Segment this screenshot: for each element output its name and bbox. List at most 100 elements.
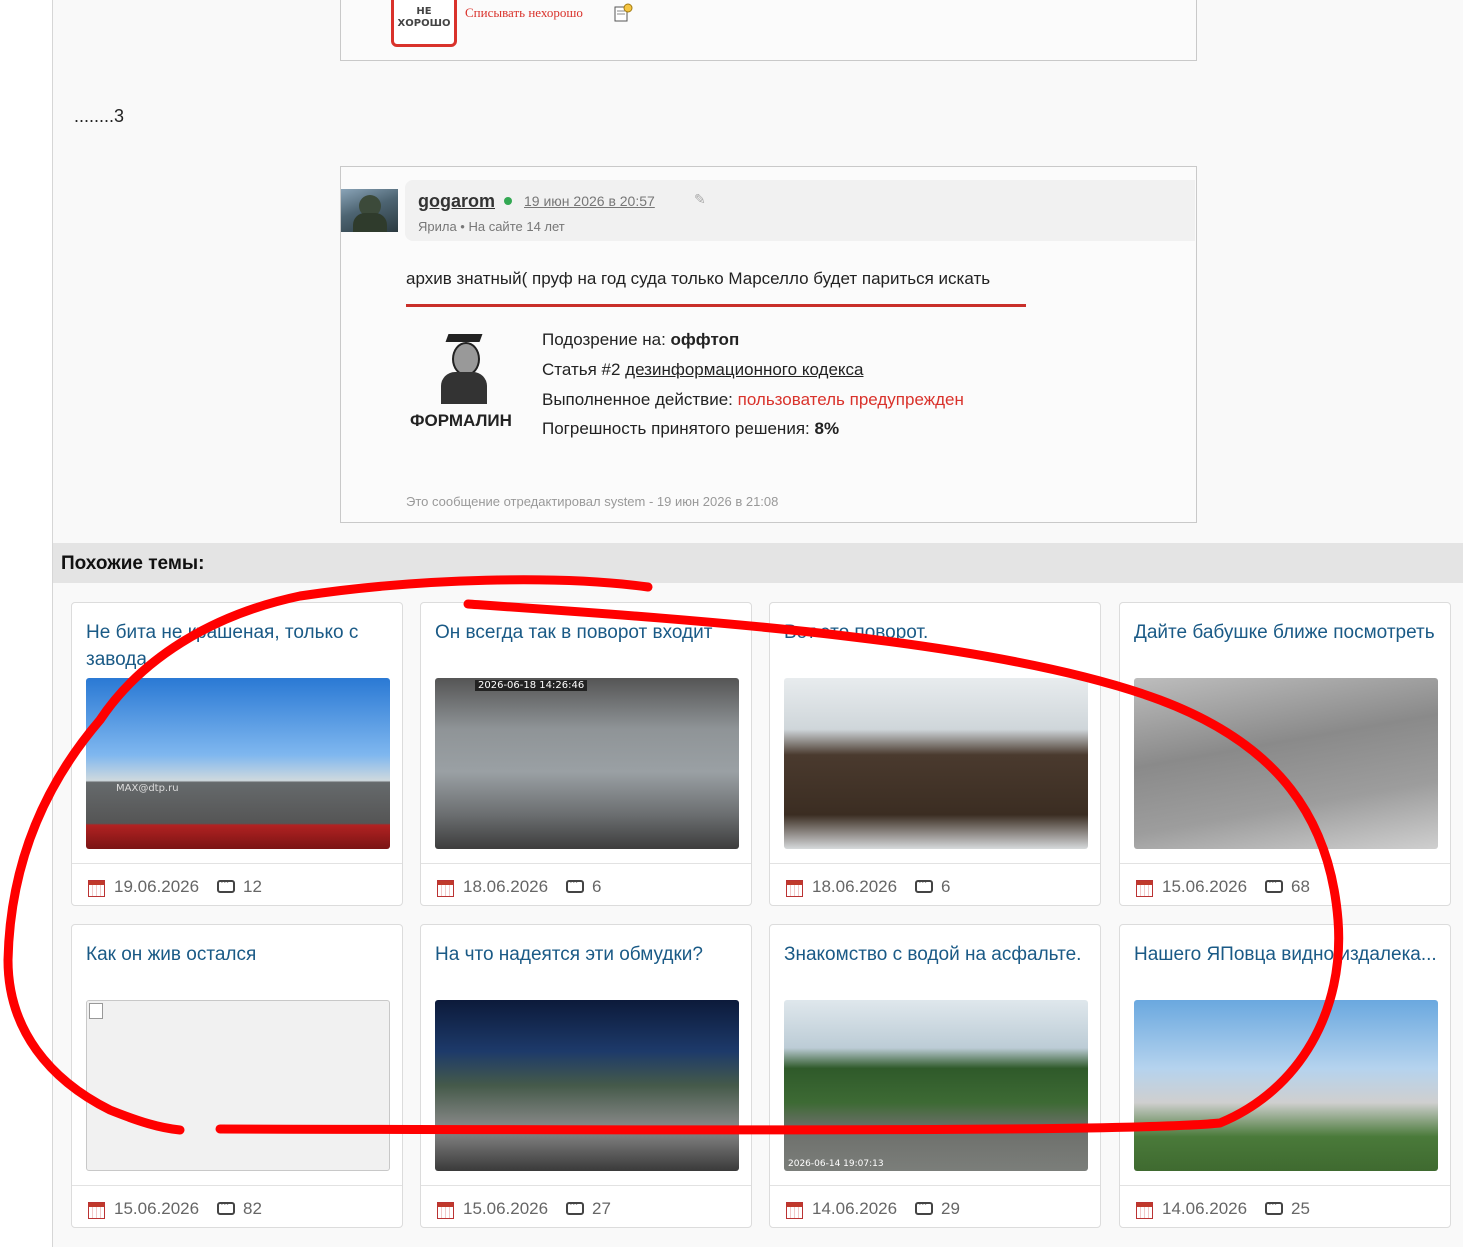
- action-value: пользователь предупрежден: [737, 390, 964, 409]
- suspicion-label: Подозрение на:: [542, 330, 671, 349]
- similar-topics-title: Похожие темы:: [61, 553, 205, 574]
- calendar-icon: [786, 1202, 803, 1219]
- topic-card[interactable]: На что надеятся эти обмудки? 15.06.2026 …: [420, 924, 752, 1228]
- online-status-dot: [504, 197, 512, 205]
- separator-text: ........3: [74, 106, 125, 126]
- calendar-icon: [88, 1202, 105, 1219]
- topic-card[interactable]: Не бита не крашеная, только с завода MAX…: [71, 602, 403, 906]
- topic-title[interactable]: Нашего ЯПовца видно издалека...: [1134, 941, 1439, 968]
- topic-title[interactable]: Дайте бабушке ближе посмотреть: [1134, 619, 1439, 646]
- thumb-watermark: MAX@dtp.ru: [116, 783, 179, 794]
- calendar-icon: [1136, 880, 1153, 897]
- topic-thumbnail[interactable]: 2026-06-18 14:26:46: [435, 678, 739, 849]
- comment-icon: [1265, 1197, 1283, 1215]
- topic-date: 19.06.2026: [114, 877, 200, 896]
- suspicion-line: Подозрение на: оффтоп: [542, 330, 739, 350]
- topic-card[interactable]: Как он жив остался 15.06.2026 82: [71, 924, 403, 1228]
- comment-icon: [566, 1197, 584, 1215]
- topic-footer: 19.06.2026 12: [72, 863, 402, 908]
- comment-icon: [217, 1197, 235, 1215]
- calendar-icon: [437, 1202, 454, 1219]
- topic-thumbnail[interactable]: 2026-06-14 19:07:13: [784, 1000, 1088, 1171]
- article-prefix: Статья #2: [542, 360, 626, 379]
- topic-footer: 18.06.2026 6: [770, 863, 1100, 908]
- error-label: Погрешность принятого решения:: [542, 419, 815, 438]
- topic-date: 18.06.2026: [463, 877, 549, 896]
- thumb-timestamp: 2026-06-14 19:07:13: [788, 1159, 884, 1169]
- topic-card[interactable]: Знакомство с водой на асфальте. 2026-06-…: [769, 924, 1101, 1228]
- topic-date: 14.06.2026: [1162, 1199, 1248, 1218]
- topic-card[interactable]: Дайте бабушке ближе посмотреть 15.06.202…: [1119, 602, 1451, 906]
- topic-footer: 15.06.2026 68: [1120, 863, 1450, 908]
- pencil-icon: ✎: [694, 192, 706, 208]
- article-line: Статья #2 дезинформационного кодекса: [542, 360, 863, 380]
- calendar-icon: [1136, 1202, 1153, 1219]
- topic-thumbnail[interactable]: [784, 678, 1088, 849]
- error-value: 8%: [814, 419, 840, 438]
- topic-thumbnail[interactable]: [435, 1000, 739, 1171]
- comment-icon: [915, 875, 933, 893]
- topic-comment-count: 29: [941, 1199, 960, 1218]
- topic-comment-count: 12: [243, 877, 262, 896]
- post-username: gogarom: [418, 191, 496, 211]
- topic-thumbnail[interactable]: [1134, 678, 1438, 849]
- post-divider: [406, 304, 1026, 307]
- topic-card[interactable]: Вот это поворот. 18.06.2026 6: [769, 602, 1101, 906]
- calendar-icon: [437, 880, 454, 897]
- comment-icon: [915, 1197, 933, 1215]
- not-good-stamp: НЕ ХОРОШО: [391, 0, 457, 47]
- topic-date: 14.06.2026: [812, 1199, 898, 1218]
- thumb-timestamp: 2026-06-18 14:26:46: [475, 680, 588, 691]
- stamp-caption: Списывать нехорошо: [465, 5, 583, 20]
- calendar-icon: [88, 880, 105, 897]
- action-line: Выполненное действие: пользователь преду…: [542, 390, 964, 410]
- topic-thumbnail[interactable]: [1134, 1000, 1438, 1171]
- article-link: дезинформационного кодекса: [625, 360, 864, 379]
- embedded-screenshot-previous: НЕ ХОРОШО Списывать нехорошо: [340, 0, 1197, 61]
- user-avatar: [341, 189, 398, 232]
- post-date: 19 июн 2026 в 20:57: [524, 193, 655, 209]
- topic-title[interactable]: Он всегда так в поворот входит: [435, 619, 740, 646]
- topic-comment-count: 6: [941, 877, 951, 896]
- embedded-screenshot-post: gogarom 19 июн 2026 в 20:57 ✎ Ярила • На…: [340, 166, 1197, 523]
- topic-footer: 14.06.2026 29: [770, 1185, 1100, 1230]
- edited-note: Это сообщение отредактировал system - 19…: [406, 494, 779, 509]
- topic-date: 15.06.2026: [463, 1199, 549, 1218]
- topic-thumbnail-broken[interactable]: [86, 1000, 390, 1171]
- action-label: Выполненное действие:: [542, 390, 738, 409]
- topic-card[interactable]: Нашего ЯПовца видно издалека... 14.06.20…: [1119, 924, 1451, 1228]
- user-meta: Ярила • На сайте 14 лет: [418, 219, 565, 234]
- topic-footer: 15.06.2026 27: [421, 1185, 751, 1230]
- topic-footer: 15.06.2026 82: [72, 1185, 402, 1230]
- suspicion-value: оффтоп: [670, 330, 740, 349]
- moderator-name: ФОРМАЛИН: [410, 411, 512, 430]
- topic-title[interactable]: На что надеятся эти обмудки?: [435, 941, 740, 968]
- topic-date: 18.06.2026: [812, 877, 898, 896]
- topic-title[interactable]: Как он жив остался: [86, 941, 391, 968]
- topic-comment-count: 6: [592, 877, 602, 896]
- calendar-icon: [786, 880, 803, 897]
- similar-topics-header: Похожие темы:: [53, 543, 1463, 583]
- error-line: Погрешность принятого решения: 8%: [542, 419, 839, 439]
- comment-icon: [217, 875, 235, 893]
- broken-image-icon: [89, 1003, 103, 1019]
- notepad-icon: [614, 3, 633, 22]
- comment-icon: [566, 875, 584, 893]
- stamp-text-1: НЕ: [416, 6, 432, 17]
- moderator-avatar: [431, 332, 497, 404]
- topic-date: 15.06.2026: [114, 1199, 200, 1218]
- topic-comment-count: 68: [1291, 877, 1310, 896]
- topic-comment-count: 25: [1291, 1199, 1310, 1218]
- topic-card[interactable]: Он всегда так в поворот входит 2026-06-1…: [420, 602, 752, 906]
- topic-title[interactable]: Вот это поворот.: [784, 619, 1089, 646]
- comment-icon: [1265, 875, 1283, 893]
- stamp-text-2: ХОРОШО: [397, 18, 451, 29]
- topic-date: 15.06.2026: [1162, 877, 1248, 896]
- topic-comment-count: 82: [243, 1199, 262, 1218]
- post-text: архив знатный( пруф на год суда только М…: [406, 269, 991, 288]
- topic-thumbnail[interactable]: MAX@dtp.ru: [86, 678, 390, 849]
- topic-comment-count: 27: [592, 1199, 611, 1218]
- topic-title[interactable]: Не бита не крашеная, только с завода: [86, 619, 391, 673]
- topic-footer: 18.06.2026 6: [421, 863, 751, 908]
- topic-title[interactable]: Знакомство с водой на асфальте.: [784, 941, 1089, 968]
